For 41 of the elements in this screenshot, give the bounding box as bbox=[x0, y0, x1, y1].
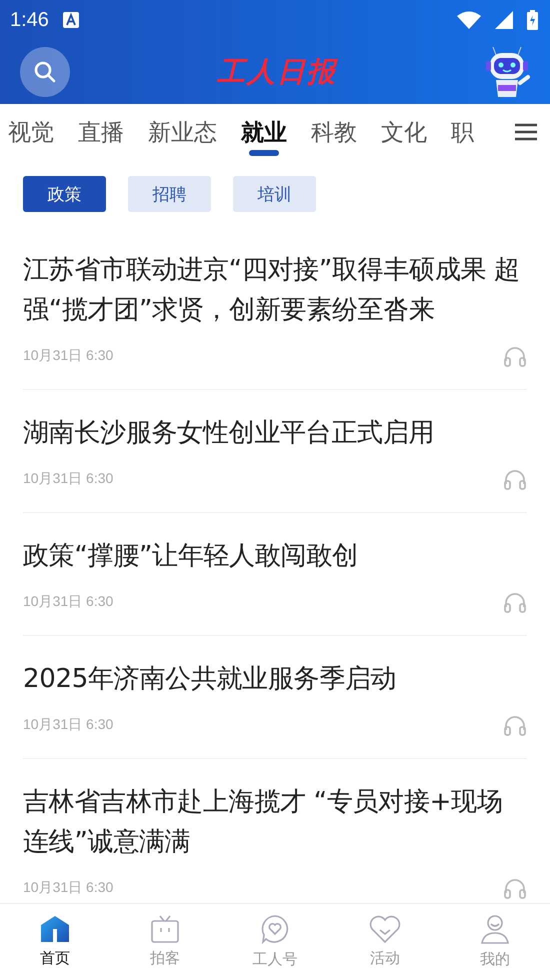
headphones-icon[interactable] bbox=[503, 591, 527, 613]
battery-icon bbox=[527, 10, 538, 30]
article-title[interactable]: 2025年济南公共就业服务季启动 bbox=[23, 659, 527, 699]
nav-tab[interactable]: 首页 bbox=[0, 904, 110, 979]
channel-tab[interactable]: 直播 bbox=[78, 104, 134, 160]
headphones-icon[interactable] bbox=[503, 468, 527, 490]
home-icon bbox=[40, 915, 70, 943]
channel-tab[interactable]: 文化 bbox=[381, 104, 437, 160]
keyboard-app-icon bbox=[62, 12, 79, 28]
channel-tab[interactable]: 科教 bbox=[311, 104, 367, 160]
article-title[interactable]: 吉林省吉林市赴上海揽才 “专员对接+现场连线”诚意满满 bbox=[23, 782, 527, 862]
user-icon bbox=[480, 914, 510, 944]
article-title[interactable]: 政策“撑腰”让年轻人敢闯敢创 bbox=[23, 536, 527, 576]
search-icon bbox=[34, 61, 56, 83]
status-time: 1:46 bbox=[10, 8, 49, 32]
search-button[interactable] bbox=[20, 47, 70, 97]
channel-tab[interactable]: 视觉 bbox=[8, 104, 64, 160]
article-title[interactable]: 江苏省市联动进京“四对接”取得丰硕成果 超强“揽才团”求贤，创新要素纷至沓来 bbox=[23, 250, 527, 330]
wifi-icon bbox=[457, 11, 481, 29]
channel-tab[interactable]: 职 bbox=[451, 104, 484, 160]
robot-icon[interactable] bbox=[484, 45, 530, 99]
channel-tab[interactable]: 新业态 bbox=[148, 104, 227, 160]
article-date: 10月31日 6:30 bbox=[23, 593, 114, 611]
app-logo: 工人日报 bbox=[216, 54, 339, 90]
channel-tab[interactable]: 就业 bbox=[241, 104, 297, 160]
headphones-icon[interactable] bbox=[503, 877, 527, 899]
headphones-icon[interactable] bbox=[503, 345, 527, 367]
filter-chip[interactable]: 政策 bbox=[23, 176, 106, 212]
article-date: 10月31日 6:30 bbox=[23, 716, 114, 734]
signal-icon bbox=[495, 11, 513, 29]
headphones-icon[interactable] bbox=[503, 714, 527, 736]
article-date: 10月31日 6:30 bbox=[23, 879, 114, 897]
heart-icon bbox=[369, 915, 401, 943]
tv-icon bbox=[150, 915, 180, 943]
chat-heart-icon bbox=[260, 914, 290, 944]
filter-chip[interactable]: 培训 bbox=[233, 176, 316, 212]
filter-chip[interactable]: 招聘 bbox=[128, 176, 211, 212]
menu-icon bbox=[515, 123, 537, 141]
article-date: 10月31日 6:30 bbox=[23, 470, 114, 488]
article-date: 10月31日 6:30 bbox=[23, 347, 114, 365]
article-title[interactable]: 湖南长沙服务女性创业平台正式启用 bbox=[23, 413, 527, 453]
